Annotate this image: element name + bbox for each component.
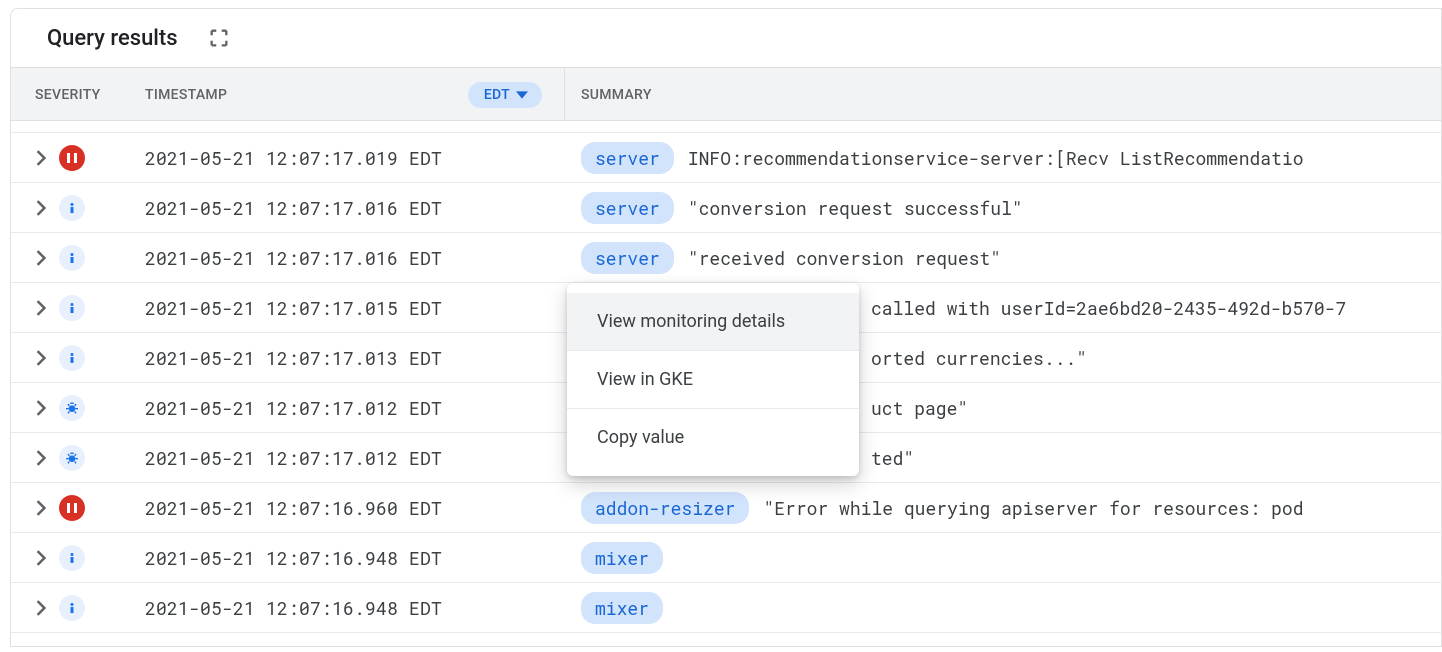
chevron-right-icon[interactable]: [35, 450, 47, 466]
cell-summary: mixer: [565, 542, 1441, 574]
chevron-right-icon[interactable]: [35, 300, 47, 316]
cell-timestamp: 2021-05-21 12:07:16.960 EDT: [129, 496, 565, 520]
summary-tag-chip[interactable]: server: [581, 242, 674, 274]
summary-text: ted": [871, 446, 914, 470]
chevron-right-icon[interactable]: [35, 250, 47, 266]
timezone-label: EDT: [484, 87, 510, 103]
summary-text: orted currencies...": [871, 346, 1087, 370]
column-header-timestamp-label: TIMESTAMP: [145, 87, 227, 103]
info-icon: [59, 595, 85, 621]
cell-timestamp: 2021-05-21 12:07:17.012 EDT: [129, 446, 565, 470]
cell-timestamp: 2021-05-21 12:07:17.013 EDT: [129, 346, 565, 370]
table-row[interactable]: 2021-05-21 12:07:16.960 EDTaddon-resizer…: [11, 483, 1441, 533]
cell-severity: [11, 295, 129, 321]
cell-timestamp: 2021-05-21 12:07:17.015 EDT: [129, 296, 565, 320]
cell-timestamp: 2021-05-21 12:07:16.948 EDT: [129, 546, 565, 570]
caret-down-icon: [516, 91, 528, 99]
table-partial-row-top: [11, 121, 1441, 133]
menu-item-view-monitoring-details[interactable]: View monitoring details: [567, 293, 859, 351]
info-icon: [59, 545, 85, 571]
summary-tag-chip[interactable]: addon-resizer: [581, 492, 749, 524]
chevron-right-icon[interactable]: [35, 150, 47, 166]
summary-text: INFO:recommendationservice-server:[Recv …: [688, 146, 1304, 170]
table-partial-row-bottom: [11, 633, 1441, 646]
panel-header: Query results: [11, 9, 1441, 67]
cell-summary: server "conversion request successful": [565, 192, 1441, 224]
debug-icon: [59, 395, 85, 421]
timezone-selector[interactable]: EDT: [468, 82, 542, 108]
info-icon: [59, 345, 85, 371]
cell-severity: [11, 145, 129, 171]
column-header-summary[interactable]: SUMMARY: [565, 68, 1441, 120]
summary-text: uct page": [871, 396, 968, 420]
cell-timestamp: 2021-05-21 12:07:16.948 EDT: [129, 596, 565, 620]
table-row[interactable]: 2021-05-21 12:07:17.019 EDT server INFO:re…: [11, 133, 1441, 183]
cell-severity: [11, 245, 129, 271]
summary-text: "Error while querying apiserver for reso…: [763, 496, 1303, 520]
context-menu: View monitoring details View in GKE Copy…: [567, 283, 859, 476]
cell-severity: [11, 595, 129, 621]
cell-summary: mixer: [565, 592, 1441, 624]
summary-text: "received conversion request": [688, 246, 1001, 270]
cell-severity: [11, 545, 129, 571]
menu-item-view-in-gke[interactable]: View in GKE: [567, 351, 859, 409]
summary-tag-chip[interactable]: mixer: [581, 592, 663, 624]
cell-timestamp: 2021-05-21 12:07:17.016 EDT: [129, 196, 565, 220]
column-header-timestamp[interactable]: TIMESTAMP EDT: [129, 68, 565, 120]
column-header-severity[interactable]: SEVERITY: [11, 68, 129, 120]
chevron-right-icon[interactable]: [35, 400, 47, 416]
cell-severity: [11, 495, 129, 521]
cell-severity: [11, 395, 129, 421]
summary-tag-chip[interactable]: mixer: [581, 542, 663, 574]
chevron-right-icon[interactable]: [35, 600, 47, 616]
chevron-right-icon[interactable]: [35, 500, 47, 516]
cell-timestamp: 2021-05-21 12:07:17.012 EDT: [129, 396, 565, 420]
menu-item-copy-value[interactable]: Copy value: [567, 409, 859, 466]
fullscreen-icon[interactable]: [206, 25, 232, 51]
summary-tag-chip[interactable]: server: [581, 192, 674, 224]
table-row[interactable]: 2021-05-21 12:07:17.016 EDT server "conver…: [11, 183, 1441, 233]
error-icon: [59, 495, 85, 521]
cell-summary: addon-resizer "Error while querying apise…: [565, 492, 1441, 524]
chevron-right-icon[interactable]: [35, 200, 47, 216]
info-icon: [59, 245, 85, 271]
info-icon: [59, 195, 85, 221]
chevron-right-icon[interactable]: [35, 550, 47, 566]
table-row[interactable]: 2021-05-21 12:07:16.948 EDT mixer: [11, 583, 1441, 633]
table-row[interactable]: 2021-05-21 12:07:17.016 EDT server "receiv…: [11, 233, 1441, 283]
error-icon: [59, 145, 85, 171]
summary-text: called with userId=2ae6bd20-2435-492d-b5…: [871, 296, 1346, 320]
chevron-right-icon[interactable]: [35, 350, 47, 366]
cell-severity: [11, 195, 129, 221]
cell-timestamp: 2021-05-21 12:07:17.016 EDT: [129, 246, 565, 270]
summary-tag-chip[interactable]: server: [581, 142, 674, 174]
cell-summary: server "received conversion request": [565, 242, 1441, 274]
info-icon: [59, 295, 85, 321]
cell-severity: [11, 445, 129, 471]
summary-text: "conversion request successful": [688, 196, 1023, 220]
panel-title: Query results: [47, 26, 178, 51]
cell-summary: server INFO:recommendationservice-server:…: [565, 142, 1441, 174]
table-header-row: SEVERITY TIMESTAMP EDT SUMMARY: [11, 68, 1441, 121]
cell-severity: [11, 345, 129, 371]
cell-timestamp: 2021-05-21 12:07:17.019 EDT: [129, 146, 565, 170]
table-row[interactable]: 2021-05-21 12:07:16.948 EDT mixer: [11, 533, 1441, 583]
debug-icon: [59, 445, 85, 471]
